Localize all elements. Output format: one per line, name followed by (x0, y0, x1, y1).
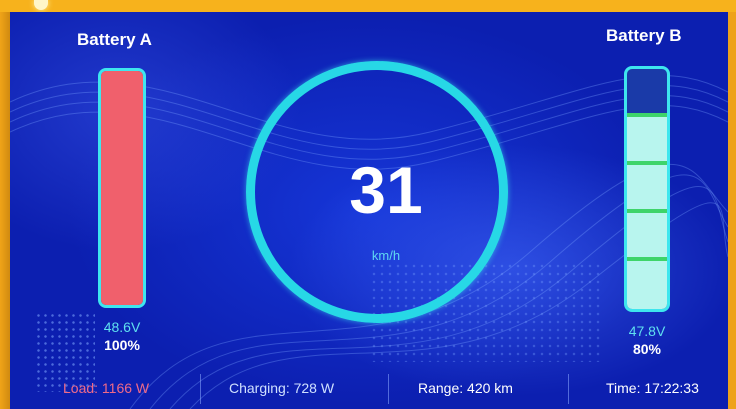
speed-unit: km/h (371, 248, 401, 263)
battery-b-segment-line (627, 161, 667, 165)
battery-b-segment-line (627, 209, 667, 213)
battery-a-gauge (98, 68, 146, 308)
battery-b-segment-line (627, 257, 667, 261)
load-readout: Load: 1166 W (63, 380, 150, 396)
status-divider (388, 374, 389, 404)
dashboard-screen: Battery A 48.6V 100% Battery B 47.8V 80%… (10, 12, 728, 409)
status-divider (568, 374, 569, 404)
battery-b-gauge (624, 66, 670, 312)
range-readout: Range: 420 km (418, 380, 513, 396)
battery-a-level (101, 71, 143, 305)
charging-readout: Charging: 728 W (229, 380, 335, 396)
battery-b-percent: 80% (632, 341, 662, 357)
battery-a-percent: 100% (104, 337, 140, 353)
battery-b-level (627, 117, 667, 309)
battery-b-title: Battery B (606, 26, 682, 45)
status-divider (200, 374, 201, 404)
battery-b-segment-line (627, 113, 667, 117)
battery-b-voltage: 47.8V (628, 323, 666, 339)
top-frame (0, 0, 736, 12)
left-frame (0, 12, 10, 409)
battery-a-voltage: 48.6V (103, 319, 141, 335)
speed-value: 31 (349, 153, 423, 227)
right-frame (728, 12, 736, 409)
time-readout: Time: 17:22:33 (606, 380, 699, 396)
battery-a-title: Battery A (77, 30, 152, 49)
